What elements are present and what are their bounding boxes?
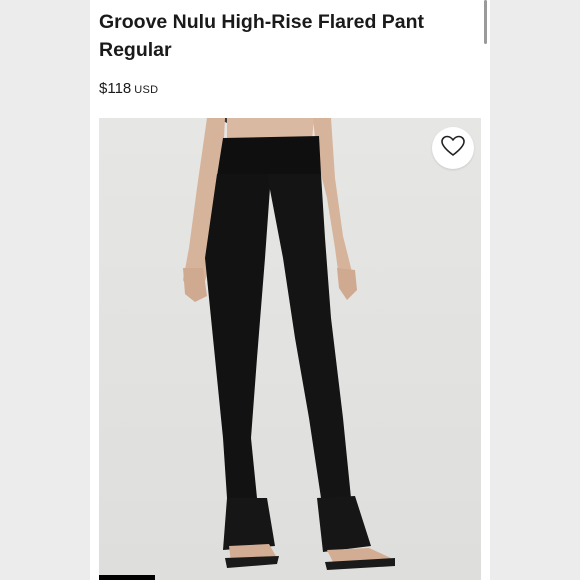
heart-outline-icon [440,134,466,163]
price-amount: $118 [99,80,132,97]
product-card: Groove Nulu High-Rise Flared Pant Regula… [90,0,490,580]
price-currency: USD [134,84,159,96]
product-title: Groove Nulu High-Rise Flared Pant Regula… [99,8,479,64]
scrollbar[interactable] [484,0,487,44]
product-title-line1: Groove Nulu High-Rise Flared Pant [99,11,425,33]
image-indicator [99,575,155,580]
background-left [0,0,90,580]
favorite-button[interactable] [432,127,474,169]
product-price: $118 USD [99,80,158,97]
model-photo [183,118,395,570]
background-right [490,0,580,580]
product-image[interactable] [99,118,481,580]
product-title-line2: Regular [99,39,172,61]
